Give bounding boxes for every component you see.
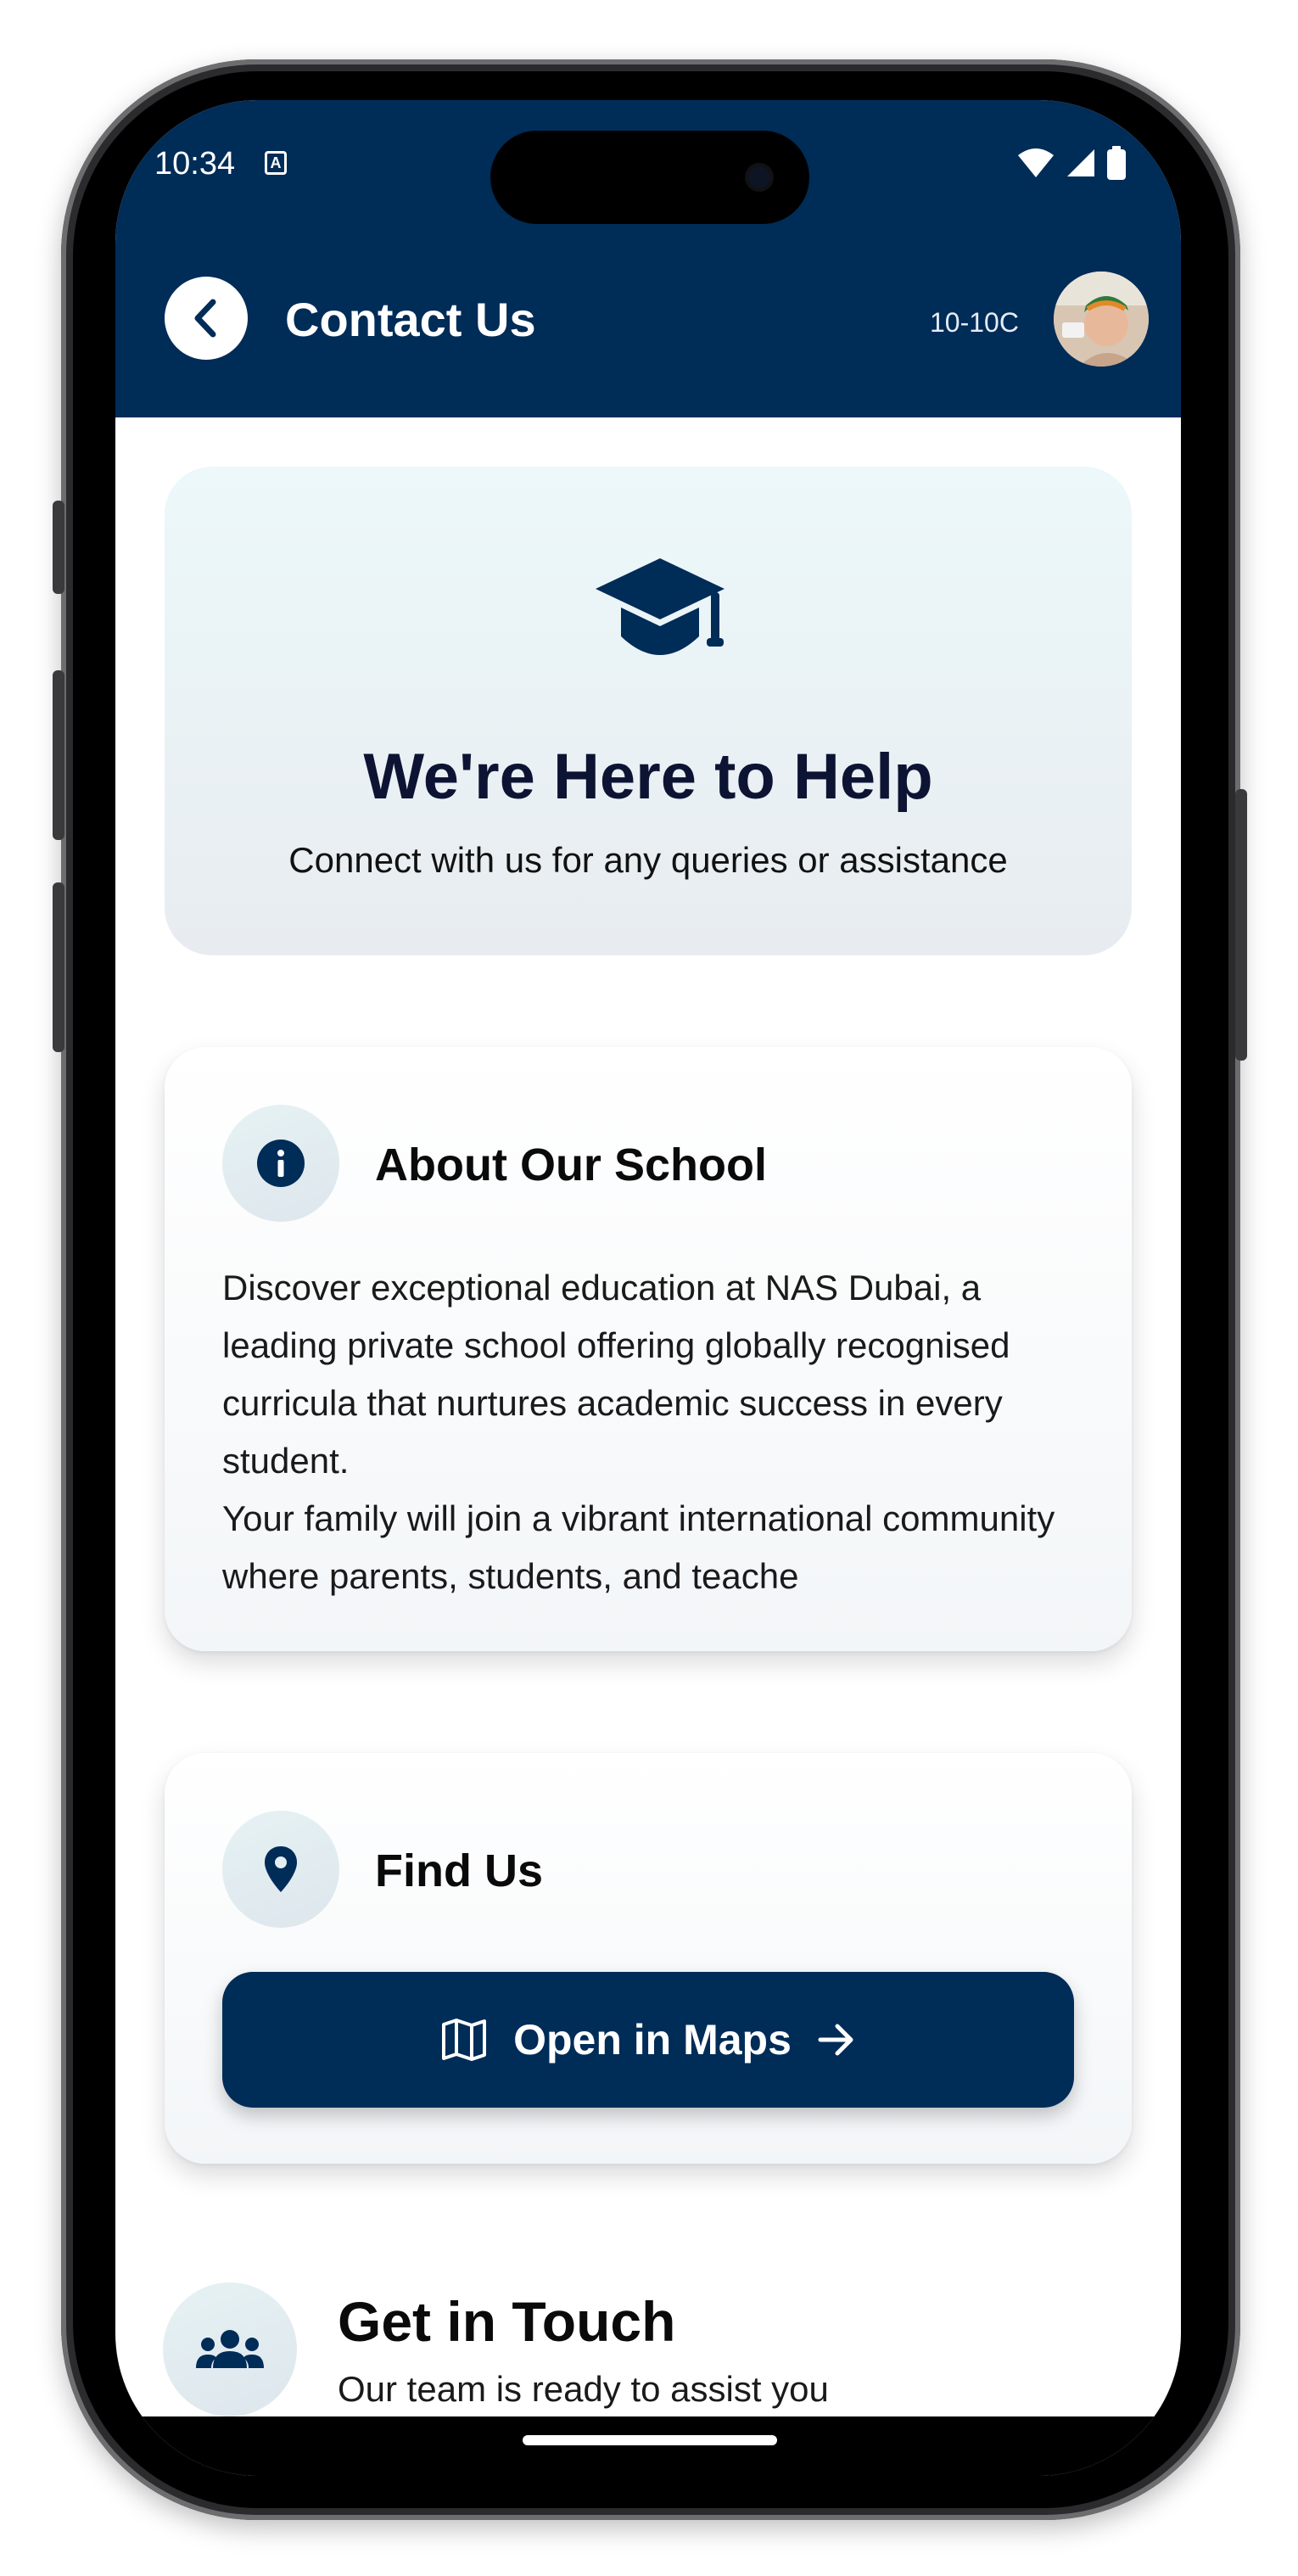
graduation-cap-icon [596,558,725,655]
dynamic-island [490,131,809,224]
back-button[interactable] [165,277,248,360]
hero-card: We're Here to Help Connect with us for a… [165,467,1132,955]
about-title: About Our School [375,1140,767,1190]
wifi-icon [1018,148,1054,177]
find-us-icon-circle [222,1811,339,1928]
about-icon-circle [222,1105,339,1222]
hero-subtitle: Connect with us for any queries or assis… [288,840,1008,880]
status-time: 10:34 [154,146,236,182]
arrow-right-icon [818,2024,853,2056]
battery-icon [1107,146,1126,180]
bottom-bar [115,2416,1181,2476]
phone-power-button [1235,789,1247,1061]
open-in-maps-button[interactable]: Open in Maps [222,1972,1074,2108]
front-camera [745,163,774,192]
about-school-card: About Our School Discover exceptional ed… [165,1047,1132,1651]
get-in-touch-subtitle: Our team is ready to assist you [338,2369,829,2409]
phone-action-button [53,501,64,594]
open-in-maps-label: Open in Maps [513,2016,792,2064]
about-description: Discover exceptional education at NAS Du… [222,1268,1055,1596]
app-screen: 10:34 A Contact Us 10-10C We're Here to … [115,100,1181,2476]
info-icon [257,1140,305,1187]
find-us-title: Find Us [375,1845,543,1896]
phone-volume-down-button [53,882,64,1052]
chevron-left-icon [194,299,216,338]
map-icon [442,2019,487,2061]
status-indicators [1016,146,1127,180]
phone-volume-up-button [53,670,64,840]
location-pin-icon [265,1846,297,1892]
class-code-label: 10-10C [930,307,1019,338]
app-header: 10:34 A Contact Us 10-10C [115,100,1181,417]
hero-title: We're Here to Help [363,741,933,813]
get-in-touch-title: Get in Touch [338,2290,676,2353]
find-us-card: Find Us Open in Maps [165,1753,1132,2164]
cellular-signal-icon [1067,149,1094,176]
group-icon [196,2330,264,2368]
avatar[interactable] [1054,272,1149,367]
status-a-badge-icon: A [265,151,287,175]
home-indicator[interactable] [523,2435,777,2445]
profile-photo [1054,272,1149,367]
page-title: Contact Us [285,293,536,346]
get-in-touch-icon-circle [163,2282,297,2416]
